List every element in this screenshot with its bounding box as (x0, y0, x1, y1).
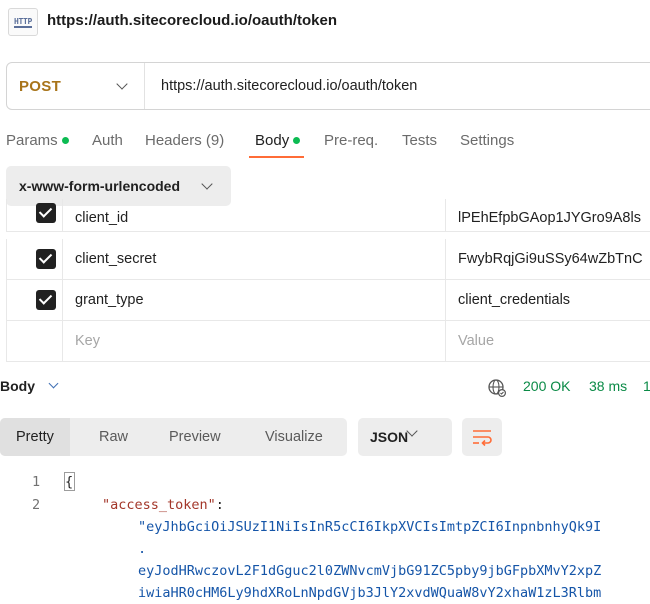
chevron-down-icon (201, 178, 213, 190)
param-value[interactable]: client_credentials (458, 292, 570, 308)
chevron-down-icon (116, 78, 128, 90)
chevron-down-icon[interactable] (48, 378, 59, 389)
response-time[interactable]: 38 ms (589, 378, 627, 394)
tab-raw[interactable]: Raw (99, 418, 128, 456)
tab-settings[interactable]: Settings (460, 132, 514, 164)
response-size[interactable]: 1 (643, 378, 650, 394)
key-input[interactable]: Key (75, 333, 100, 349)
json-string-line: "eyJhbGciOiJSUzI1NiIsInR5cCI6IkpXVCIsImt… (138, 519, 602, 535)
param-value[interactable]: FwybRqjGi9uSSy64wZbTnC (458, 251, 643, 267)
response-status[interactable]: 200 OK (523, 378, 570, 394)
tab-pre-request[interactable]: Pre-req. (324, 132, 378, 164)
params-indicator-dot (61, 136, 69, 144)
tab-body[interactable]: Body (255, 132, 301, 164)
request-title[interactable]: https://auth.sitecorecloud.io/oauth/toke… (47, 12, 337, 29)
active-tab-underline (249, 156, 304, 158)
body-indicator-dot (293, 136, 301, 144)
http-request-icon: HTTP (8, 8, 38, 36)
json-string-line: iwiaHR0cHM6Ly9hdXRoLnNpdGVjb3JlY2xvdWQua… (138, 585, 602, 601)
row-checkbox[interactable] (36, 290, 56, 310)
json-string-line: . (138, 541, 147, 557)
body-type-label: x-www-form-urlencoded (19, 178, 181, 194)
row-checkbox[interactable] (36, 203, 56, 223)
table-row: client_secret FwybRqjGi9uSSy64wZbTnC (6, 239, 650, 280)
response-body-toggle[interactable]: Body (0, 378, 35, 394)
method-select[interactable]: POST (7, 63, 145, 109)
line-number: 1 (32, 474, 41, 490)
response-code-viewer[interactable]: 1 2 { "access_token": "eyJhbGciOiJSUzI1N… (0, 466, 650, 604)
json-open-brace: { (65, 474, 74, 490)
method-label: POST (19, 77, 62, 95)
tab-auth[interactable]: Auth (92, 132, 123, 164)
url-input[interactable]: https://auth.sitecorecloud.io/oauth/toke… (161, 78, 417, 94)
param-key[interactable]: client_secret (75, 251, 156, 267)
wrap-lines-button[interactable] (462, 418, 502, 456)
param-key[interactable]: client_id (75, 210, 128, 226)
title-bar: HTTP https://auth.sitecorecloud.io/oauth… (0, 0, 650, 44)
globe-icon[interactable] (487, 378, 507, 398)
row-checkbox[interactable] (36, 249, 56, 269)
wrap-lines-icon (473, 430, 492, 447)
format-label: JSON (370, 429, 409, 445)
tab-headers[interactable]: Headers (9) (145, 132, 224, 164)
table-row-empty: Key Value (6, 321, 650, 362)
tab-preview[interactable]: Preview (169, 418, 221, 456)
url-bar: POST https://auth.sitecorecloud.io/oauth… (6, 62, 650, 110)
tab-visualize[interactable]: Visualize (265, 418, 323, 456)
tab-tests[interactable]: Tests (402, 132, 437, 164)
param-key[interactable]: grant_type (75, 292, 144, 308)
json-key: "access_token": (102, 497, 224, 513)
table-row: grant_type client_credentials (6, 280, 650, 321)
tab-pretty[interactable]: Pretty (0, 418, 70, 456)
param-value[interactable]: lPEhEfpbGAop1JYGro9A8ls (458, 210, 641, 226)
json-string-line: eyJodHRwczovL2F1dGguc2l0ZWNvcmVjbG91ZC5p… (138, 563, 602, 579)
line-number: 2 (32, 497, 41, 513)
tab-params[interactable]: Params (6, 132, 69, 164)
value-input[interactable]: Value (458, 333, 494, 349)
format-select[interactable]: JSON (358, 418, 452, 456)
response-view-tabs: Pretty Raw Preview Visualize (0, 418, 347, 456)
table-row: client_id lPEhEfpbGAop1JYGro9A8ls (6, 199, 650, 232)
